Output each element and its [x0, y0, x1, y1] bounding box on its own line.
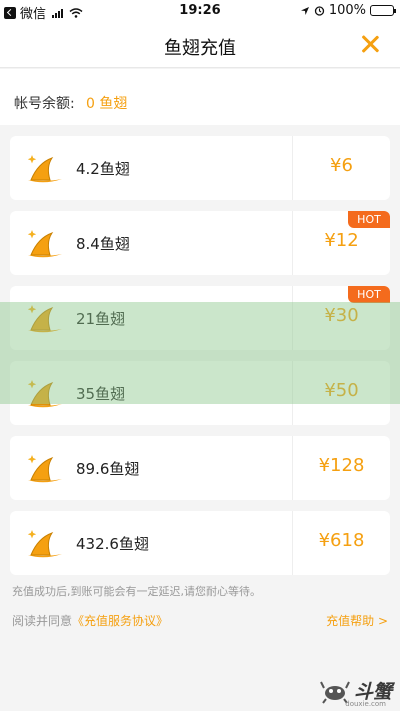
agreement-prefix: 阅读并同意	[12, 614, 73, 628]
page-title: 鱼翅充值	[164, 38, 236, 59]
title-bar: 鱼翅充值	[0, 22, 400, 68]
shark-fin-icon	[27, 305, 62, 333]
agreement-line: 阅读并同意《充值服务协议》	[12, 612, 168, 629]
recharge-package-3[interactable]: 21鱼翅 ¥30 HOT	[10, 286, 390, 350]
balance-row: 帐号余额: 0 鱼翅	[0, 69, 400, 125]
recharge-package-1[interactable]: 4.2鱼翅 ¥6	[10, 136, 390, 200]
battery-percent: 100%	[328, 3, 366, 18]
recharge-package-5[interactable]: 89.6鱼翅 ¥128	[10, 436, 390, 500]
shark-fin-icon	[27, 530, 62, 558]
package-amount: 21鱼翅	[76, 310, 126, 328]
package-amount: 432.6鱼翅	[76, 535, 149, 553]
package-amount: 89.6鱼翅	[76, 460, 140, 478]
balance-label: 帐号余额:	[14, 96, 75, 112]
shark-fin-icon	[27, 455, 62, 483]
alarm-icon	[314, 6, 324, 16]
package-price: ¥618	[318, 530, 365, 551]
recharge-package-4[interactable]: 35鱼翅 ¥50	[10, 361, 390, 425]
package-price: ¥6	[330, 155, 353, 176]
battery-icon	[370, 5, 396, 16]
package-amount: 4.2鱼翅	[76, 160, 130, 178]
status-bar: 微信 19:26 100%	[0, 0, 400, 22]
location-icon	[300, 6, 309, 15]
shark-fin-icon	[27, 230, 62, 258]
package-price: ¥12	[324, 230, 359, 251]
logo-subtext: douxie.com	[345, 700, 386, 708]
delay-notice: 充值成功后,到账可能会有一定延迟,请您耐心等待。	[12, 585, 261, 598]
recharge-package-2[interactable]: 8.4鱼翅 ¥12 HOT	[10, 211, 390, 275]
shark-fin-icon	[27, 155, 62, 183]
package-price: ¥50	[324, 380, 359, 401]
status-right: 100%	[300, 3, 396, 18]
hot-badge: HOT	[348, 286, 390, 303]
package-amount: 35鱼翅	[76, 385, 126, 403]
hot-badge: HOT	[348, 211, 390, 228]
package-price: ¥128	[318, 455, 365, 476]
service-agreement-link[interactable]: 《充值服务协议》	[72, 614, 168, 628]
package-amount: 8.4鱼翅	[76, 235, 130, 253]
recharge-help-link[interactable]: 充值帮助 >	[326, 612, 388, 629]
balance-value: 0 鱼翅	[86, 96, 128, 112]
recharge-package-6[interactable]: 432.6鱼翅 ¥618	[10, 511, 390, 575]
shark-fin-icon	[27, 380, 62, 408]
close-icon[interactable]	[360, 34, 380, 54]
package-price: ¥30	[324, 305, 359, 326]
